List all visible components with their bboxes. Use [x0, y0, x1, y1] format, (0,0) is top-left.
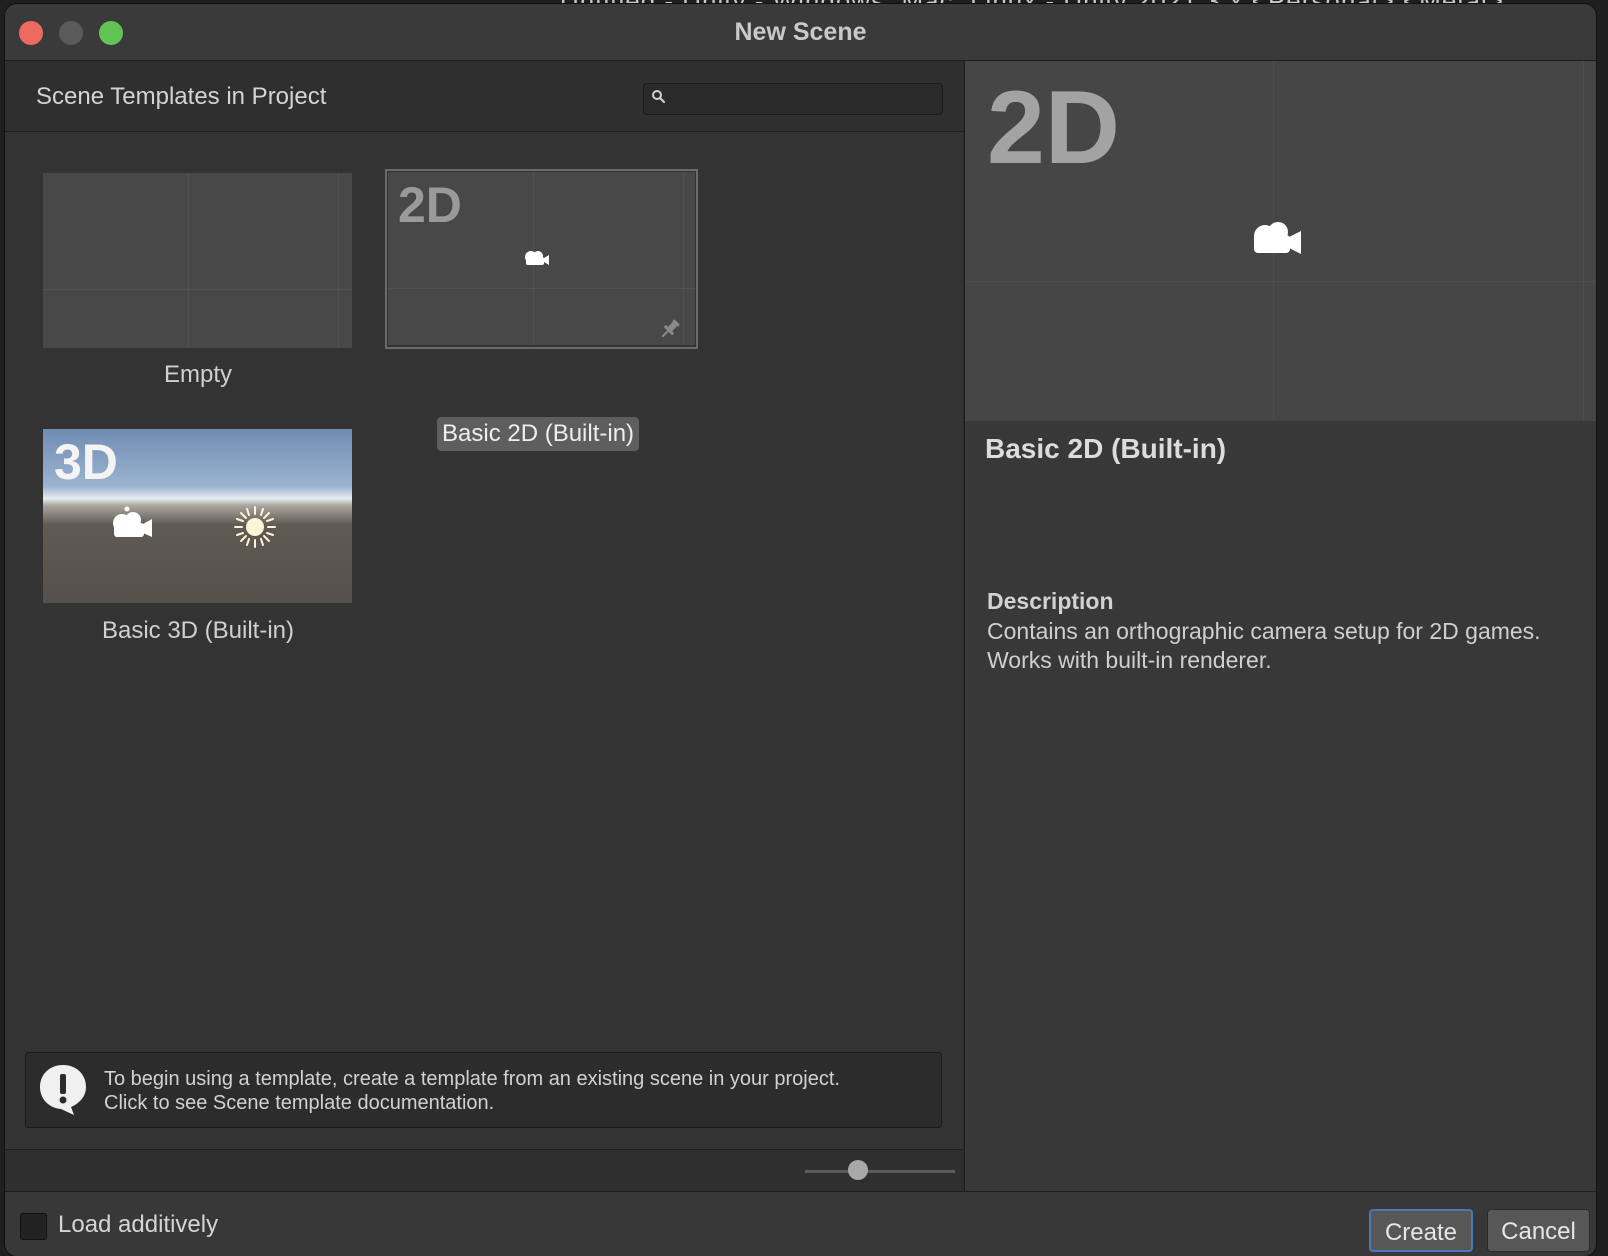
search-input[interactable]	[643, 83, 943, 115]
thumbnail-2d-text: 2D	[398, 177, 462, 233]
description-text: Contains an orthographic camera setup fo…	[987, 618, 1541, 673]
templates-header: Scene Templates in Project	[5, 61, 963, 132]
template-documentation-info[interactable]: To begin using a template, create a temp…	[25, 1052, 942, 1128]
zoom-bar	[5, 1149, 963, 1192]
selected-template-title: Basic 2D (Built-in)	[985, 433, 1227, 464]
preview-2d-text: 2D	[987, 70, 1120, 186]
zoom-slider-handle[interactable]	[847, 1160, 868, 1180]
template-label-empty[interactable]: Empty	[43, 361, 353, 389]
template-preview: 2D	[965, 61, 1596, 421]
template-tile-basic-2d[interactable]: 2D Basic 2D (Built-in)	[385, 169, 703, 451]
camera-icon	[525, 251, 549, 265]
templates-header-title: Scene Templates in Project	[36, 83, 327, 110]
camera-icon	[1254, 222, 1301, 254]
light-icon	[234, 506, 276, 548]
template-thumbnail-basic-2d[interactable]: 2D	[388, 172, 695, 345]
info-icon	[40, 1065, 86, 1115]
template-thumbnail-basic-3d[interactable]: 3D	[43, 429, 352, 603]
template-tile-empty[interactable]: Empty	[43, 173, 353, 393]
description-heading: Description	[987, 588, 1114, 614]
cancel-button[interactable]: Cancel	[1487, 1209, 1590, 1252]
dialog-footer: Load additively Create Cancel	[5, 1191, 1596, 1256]
template-thumbnail-empty[interactable]	[43, 173, 352, 348]
pin-icon[interactable]	[658, 317, 682, 341]
search-icon	[652, 90, 666, 104]
info-message[interactable]: To begin using a template, create a temp…	[104, 1067, 840, 1115]
new-scene-dialog: New Scene Scene Templates in Project Emp…	[5, 4, 1596, 1256]
thumbnail-3d-text: 3D	[54, 434, 118, 490]
info-message-line-1: To begin using a template, create a temp…	[104, 1068, 840, 1090]
template-label-basic-2d[interactable]: Basic 2D (Built-in)	[437, 417, 640, 451]
camera-icon	[113, 506, 152, 537]
templates-panel: Scene Templates in Project Empty 2D Basi…	[5, 61, 963, 1192]
zoom-slider-track[interactable]	[805, 1170, 955, 1173]
create-button[interactable]: Create	[1369, 1209, 1473, 1252]
window-title: New Scene	[734, 18, 867, 46]
load-additively-label[interactable]: Load additively	[58, 1211, 218, 1239]
info-message-line-2: Click to see Scene template documentatio…	[104, 1092, 495, 1114]
template-details-panel: 2D Basic 2D (Built-in) Description Conta…	[964, 61, 1596, 1191]
template-tile-basic-3d[interactable]: 3D Basic 3D (Built-in)	[43, 429, 353, 649]
load-additively-checkbox[interactable]	[20, 1213, 47, 1240]
template-label-basic-3d[interactable]: Basic 3D (Built-in)	[43, 617, 353, 645]
title-bar: New Scene	[5, 4, 1596, 61]
